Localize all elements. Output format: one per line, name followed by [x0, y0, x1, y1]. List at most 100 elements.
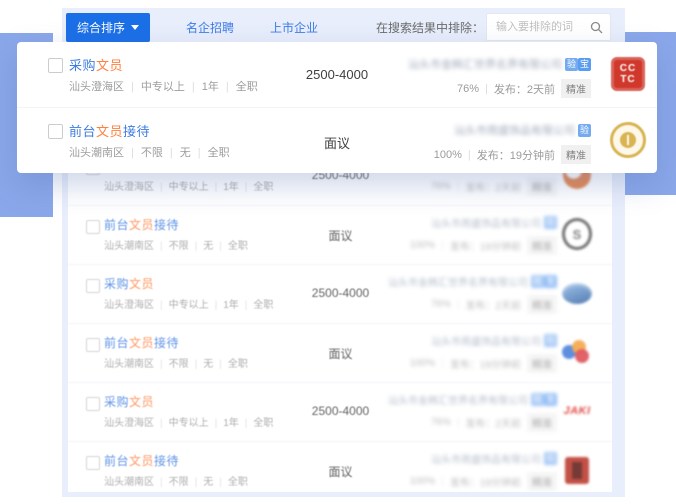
published-time: 发布：19分钟前	[450, 238, 521, 253]
verified-badge-icon: 宝	[544, 275, 557, 288]
published-time: 发布：19分钟前	[450, 474, 521, 489]
row-checkbox[interactable]	[48, 124, 63, 139]
verified-badge-icon: 验	[565, 58, 578, 71]
job-stats: 100% | 发布：19分钟前 精准	[410, 472, 557, 491]
featured-card: 采购文员 汕头澄海区|中专以上|1年|全职 2500-4000 汕头市金韩汇世界…	[17, 42, 657, 173]
published-time: 发布：2天前	[465, 297, 521, 312]
exclude-filter-input[interactable]	[494, 20, 586, 34]
job-row[interactable]: 前台文员接待 汕头潮南区|不限|无|全职 面议 汕头市雨盛饰品有限公司 验 10…	[17, 107, 657, 173]
job-row[interactable]: 前台文员接待 汕头潮南区|不限|无|全职 面议 汕头市雨盛饰品有限公司 验 10…	[68, 206, 612, 265]
match-percent: 100%	[410, 358, 436, 369]
job-salary: 面议	[287, 133, 387, 152]
results-toolbar: 综合排序 名企招聘 上市企业 在搜索结果中排除：	[62, 8, 625, 46]
company-logo[interactable]: S	[562, 219, 592, 249]
tab-listed-companies[interactable]: 上市企业	[270, 19, 318, 36]
job-salary: 2500-4000	[293, 404, 388, 418]
row-checkbox[interactable]	[86, 456, 100, 470]
job-meta: 汕头潮南区|不限|无|全职	[104, 237, 248, 252]
company-verified-badges: 验宝	[531, 393, 557, 406]
verified-badge-icon: 验	[544, 452, 557, 465]
company-name[interactable]: 汕头市雨盛饰品有限公司	[454, 122, 575, 138]
match-percent: 100%	[410, 476, 436, 487]
match-percent: 76%	[431, 417, 451, 428]
match-percent: 76%	[431, 299, 451, 310]
job-title[interactable]: 前台文员接待	[104, 334, 179, 351]
job-search-page: 综合排序 名企招聘 上市企业 在搜索结果中排除： 采购文员 汕头澄海区|中专以上…	[0, 0, 676, 504]
company-name[interactable]: 汕头市雨盛饰品有限公司	[431, 333, 541, 348]
company-logo[interactable]	[562, 455, 592, 485]
job-meta: 汕头澄海区|中专以上|1年|全职	[104, 296, 273, 311]
job-salary: 面议	[293, 463, 388, 480]
job-right-block: 汕头市金韩汇世界名界有限公司 验宝 76% | 发布：2天前 精准	[388, 274, 557, 314]
published-time: 发布：19分钟前	[450, 356, 521, 371]
published-time: 发布：2天前	[465, 415, 521, 430]
job-right-block: 汕头市雨盛饰品有限公司 验 100% | 发布：19分钟前 精准	[410, 215, 557, 255]
match-tag: 精准	[527, 472, 557, 491]
job-row[interactable]: 采购文员 汕头澄海区|中专以上|1年|全职 2500-4000 汕头市金韩汇世界…	[68, 265, 612, 324]
match-tag: 精准	[527, 236, 557, 255]
job-title[interactable]: 采购文员	[69, 55, 123, 74]
row-checkbox[interactable]	[86, 397, 100, 411]
company-name[interactable]: 汕头市金韩汇世界名界有限公司	[388, 392, 528, 407]
job-meta: 汕头澄海区|中专以上|1年|全职	[104, 414, 273, 429]
job-title[interactable]: 采购文员	[104, 275, 154, 292]
job-right-block: 汕头市金韩汇世界名界有限公司 验宝 76% | 发布：2天前 精准	[388, 392, 557, 432]
company-logo[interactable]: JAKI	[562, 396, 592, 426]
verified-badge-icon: 验	[531, 393, 544, 406]
search-icon[interactable]	[590, 21, 603, 34]
exclude-filter-box[interactable]	[486, 13, 611, 41]
job-row[interactable]: 前台文员接待 汕头潮南区|不限|无|全职 面议 汕头市雨盛饰品有限公司 验 10…	[68, 442, 612, 492]
company-logo[interactable]	[562, 337, 592, 367]
verified-badge-icon: 验	[544, 216, 557, 229]
company-verified-badges: 验	[544, 216, 557, 229]
company-name[interactable]: 汕头市金韩汇世界名界有限公司	[408, 56, 562, 72]
company-logo[interactable]	[610, 122, 646, 158]
published-time: 发布：2天前	[494, 81, 555, 97]
verified-badge-icon: 验	[578, 124, 591, 137]
job-right-block: 汕头市金韩汇世界名界有限公司 验宝 76% | 发布：2天前 精准	[408, 56, 591, 98]
job-row[interactable]: 采购文员 汕头澄海区|中专以上|1年|全职 2500-4000 汕头市金韩汇世界…	[17, 42, 657, 107]
job-stats: 76% | 发布：2天前 精准	[388, 413, 557, 432]
job-meta: 汕头潮南区|不限|无|全职	[104, 473, 248, 488]
row-checkbox[interactable]	[86, 338, 100, 352]
match-tag: 精准	[561, 145, 591, 164]
match-tag: 精准	[527, 413, 557, 432]
job-title[interactable]: 采购文员	[104, 393, 154, 410]
verified-badge-icon: 宝	[578, 58, 591, 71]
job-salary: 面议	[293, 227, 388, 244]
tab-famous-companies[interactable]: 名企招聘	[186, 19, 234, 36]
job-title[interactable]: 前台文员接待	[69, 121, 150, 140]
company-name[interactable]: 汕头市金韩汇世界名界有限公司	[388, 274, 528, 289]
job-right-block: 汕头市雨盛饰品有限公司 验 100% | 发布：19分钟前 精准	[410, 333, 557, 373]
job-stats: 100% | 发布：19分钟前 精准	[410, 236, 557, 255]
company-logo[interactable]	[562, 278, 592, 308]
background-job-rows: 采购文员 汕头澄海区|中专以上|1年|全职 2500-4000 汕头市金韩汇世界…	[68, 147, 612, 492]
company-logo[interactable]: CCTC	[610, 56, 646, 92]
sort-button-label: 综合排序	[77, 19, 125, 36]
row-checkbox[interactable]	[86, 220, 100, 234]
job-title[interactable]: 前台文员接待	[104, 452, 179, 469]
row-checkbox[interactable]	[48, 58, 63, 73]
sort-button[interactable]: 综合排序	[66, 13, 150, 42]
job-right-block: 汕头市雨盛饰品有限公司 验 100% | 发布：19分钟前 精准	[434, 122, 591, 164]
job-title[interactable]: 前台文员接待	[104, 216, 179, 233]
company-name[interactable]: 汕头市雨盛饰品有限公司	[431, 451, 541, 466]
job-meta: 汕头潮南区|不限|无|全职	[69, 144, 230, 160]
company-verified-badges: 验宝	[565, 58, 591, 71]
row-checkbox[interactable]	[86, 279, 100, 293]
match-percent: 76%	[457, 83, 479, 95]
job-row[interactable]: 前台文员接待 汕头潮南区|不限|无|全职 面议 汕头市雨盛饰品有限公司 验 10…	[68, 324, 612, 383]
published-time: 发布：2天前	[465, 179, 521, 194]
company-name[interactable]: 汕头市雨盛饰品有限公司	[431, 215, 541, 230]
company-verified-badges: 验宝	[531, 275, 557, 288]
match-tag: 精准	[527, 295, 557, 314]
job-stats: 76% | 发布：2天前 精准	[388, 295, 557, 314]
job-salary: 2500-4000	[293, 286, 388, 300]
job-row[interactable]: 采购文员 汕头澄海区|中专以上|1年|全职 2500-4000 汕头市金韩汇世界…	[68, 383, 612, 442]
job-meta: 汕头澄海区|中专以上|1年|全职	[69, 78, 258, 94]
job-stats: 100% | 发布：19分钟前 精准	[410, 354, 557, 373]
verified-badge-icon: 宝	[544, 393, 557, 406]
chevron-down-icon	[131, 25, 139, 30]
match-tag: 精准	[527, 177, 557, 196]
verified-badge-icon: 验	[544, 334, 557, 347]
